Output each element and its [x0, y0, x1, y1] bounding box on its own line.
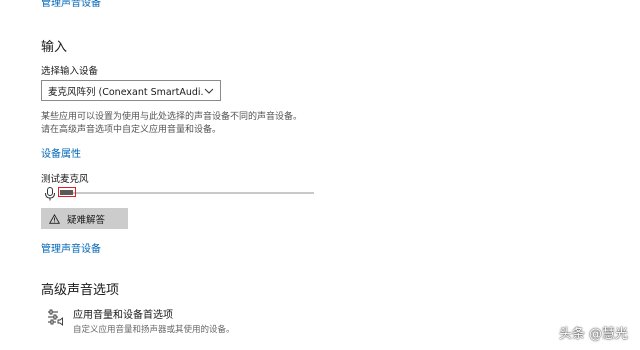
- manage-sound-devices-link-top[interactable]: 管理声音设备: [41, 0, 101, 9]
- device-properties-link[interactable]: 设备属性: [41, 145, 81, 160]
- mic-level-meter-track: [60, 192, 314, 194]
- mic-level-highlight-box: [58, 187, 76, 197]
- app-volume-preferences-item[interactable]: 应用音量和设备首选项 自定义应用音量和扬声器或其使用的设备。: [47, 306, 235, 335]
- app-volume-description: 自定义应用音量和扬声器或其使用的设备。: [73, 325, 235, 335]
- manage-sound-devices-link[interactable]: 管理声音设备: [41, 240, 101, 255]
- description-line-1: 某些应用可以设置为使用与此处选择的声音设备不同的声音设备。: [41, 112, 303, 122]
- microphone-icon: [44, 186, 56, 201]
- input-device-description: 某些应用可以设置为使用与此处选择的声音设备不同的声音设备。 请在高级声音选项中自…: [41, 111, 371, 137]
- choose-input-device-label: 选择输入设备: [41, 66, 99, 77]
- advanced-sound-options-title: 高级声音选项: [41, 283, 120, 298]
- chevron-down-icon: [203, 85, 215, 97]
- warning-icon: [49, 213, 61, 225]
- troubleshoot-label: 疑难解答: [67, 214, 106, 226]
- input-device-dropdown[interactable]: 麦克风阵列 (Conexant SmartAudi...: [41, 80, 221, 101]
- input-device-value: 麦克风阵列 (Conexant SmartAudi...: [48, 86, 204, 98]
- description-line-2: 请在高级声音选项中自定义应用音量和设备。: [41, 125, 222, 135]
- test-microphone-label: 测试麦克风: [41, 174, 89, 185]
- sliders-speaker-icon: [47, 308, 65, 326]
- input-section-title: 输入: [41, 40, 68, 55]
- watermark: 头条 @慧光: [558, 327, 628, 342]
- troubleshoot-button[interactable]: 疑难解答: [41, 208, 128, 229]
- app-volume-title: 应用音量和设备首选项: [73, 310, 173, 321]
